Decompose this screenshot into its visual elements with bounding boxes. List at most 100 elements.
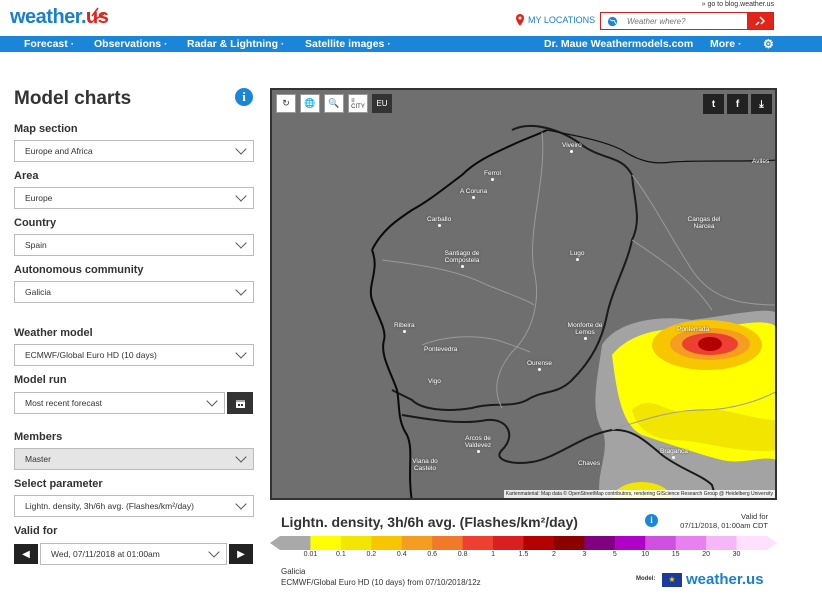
scale-swatch (736, 536, 768, 550)
map-section-select[interactable]: Europe and Africa (14, 140, 254, 162)
facebook-share-button[interactable]: f (727, 94, 748, 114)
chevron-down-icon (235, 284, 247, 296)
scale-arrow-left (270, 536, 280, 550)
region-caption: Galicia (281, 567, 306, 576)
download-button[interactable]: ⤓ (751, 94, 772, 114)
scale-swatch (584, 536, 616, 550)
scale-tick-label: 3 (582, 551, 587, 558)
city-label: Ribeira (394, 322, 415, 333)
scale-swatch (340, 536, 372, 550)
nav-more[interactable]: More · (710, 38, 742, 50)
members-value: Master (25, 454, 51, 464)
reload-button[interactable]: ↻ (276, 94, 296, 113)
scale-tick-label: 1.5 (518, 551, 529, 558)
valid-for-select[interactable]: Wed, 07/11/2018 at 01:00am (40, 543, 227, 565)
city-label: Vigo (428, 378, 441, 385)
city-label: Aviles (752, 158, 770, 165)
scale-tick-label: 1 (491, 551, 496, 558)
page-title: Model charts (14, 88, 132, 109)
nav-forecast[interactable]: Forecast · (24, 38, 74, 50)
chevron-down-icon (208, 546, 220, 558)
scale-tick-label: 20 (702, 551, 711, 558)
prev-time-button[interactable]: ◀ (14, 544, 38, 564)
model-run-value: Most recent forecast (25, 398, 103, 408)
city-label: Santiago de Compostela (432, 250, 492, 268)
scale-tick-label: 2 (551, 551, 556, 558)
my-locations-link[interactable]: MY LOCATIONS (515, 14, 595, 26)
weather-model-label: Weather model (14, 327, 93, 339)
valid-for-info: Valid for 07/11/2018, 01:00am CDT (662, 512, 768, 530)
valid-for-value: Wed, 07/11/2018 at 01:00am (51, 549, 160, 559)
arrow-left-icon: ◀ (22, 548, 30, 560)
map-attribution: Kartenmaterial: Map data © OpenStreetMap… (503, 490, 775, 498)
scale-swatch (493, 536, 524, 550)
weather-us-logo[interactable]: weather.us (686, 571, 764, 588)
city-label: Ferrol (484, 170, 501, 181)
globe-view-button[interactable]: 🌐 (300, 94, 320, 113)
scale-tick-label: 15 (671, 551, 680, 558)
location-pin-icon (516, 14, 524, 26)
scale-tick-label: 10 (641, 551, 650, 558)
members-select[interactable]: Master (14, 448, 254, 470)
calendar-button[interactable] (227, 392, 253, 414)
region-eu-button[interactable]: EU (372, 94, 392, 113)
scale-swatch (675, 536, 707, 550)
parameter-select[interactable]: Lightn. density, 3h/6h avg. (Flashes/km²… (14, 495, 254, 517)
zoom-icon: 🔍 (328, 98, 340, 108)
valid-for-label: Valid for (14, 525, 58, 537)
nav-observations[interactable]: Observations · (94, 38, 168, 50)
area-select[interactable]: Europe (14, 187, 254, 209)
nav-weathermodels[interactable]: Dr. Maue Weathermodels.com (544, 38, 693, 50)
city-label: Viana do Castelo (412, 458, 438, 472)
twitter-share-button[interactable]: t (703, 94, 724, 114)
chevron-down-icon (235, 347, 247, 359)
region-eu-label: EU (376, 99, 388, 108)
calendar-icon (235, 399, 245, 408)
legend-title: Lightn. density, 3h/6h avg. (Flashes/km²… (281, 514, 578, 530)
valid-for-datetime: 07/11/2018, 01:00am CDT (680, 521, 768, 530)
autonomous-community-select[interactable]: Galicia (14, 281, 254, 303)
blog-link[interactable]: » go to blog.weather.us (702, 1, 774, 8)
scale-swatch (645, 536, 677, 550)
scale-tick-label: 30 (732, 551, 741, 558)
country-select[interactable]: Spain (14, 234, 254, 256)
info-icon[interactable]: i (645, 514, 658, 527)
next-time-button[interactable]: ▶ (229, 544, 253, 564)
twitter-icon: t (711, 98, 716, 110)
autonomous-community-value: Galicia (25, 287, 51, 297)
facebook-icon: f (735, 98, 740, 110)
city-label: Ponferrada (677, 326, 710, 333)
area-value: Europe (25, 193, 53, 203)
city-label: Carballo (427, 216, 451, 227)
scale-swatch (371, 536, 403, 550)
chevron-down-icon (235, 451, 247, 463)
city-label: Pontevedra (424, 346, 458, 353)
model-run-select[interactable]: Most recent forecast (14, 392, 225, 414)
city-labels-icon: ≡ CITY (351, 97, 365, 110)
weather-map[interactable]: ↻ 🌐 🔍 ≡ CITY EU t f ⤓ Viveiro Aviles Ferr… (270, 88, 777, 500)
model-run-label: Model run (14, 374, 67, 386)
gear-icon[interactable]: ⚙ (763, 37, 774, 51)
city-label: Lugo (570, 250, 584, 261)
search-button[interactable] (747, 13, 773, 29)
city-label: Braganca (660, 448, 688, 459)
nav-radar-lightning[interactable]: Radar & Lightning · (187, 38, 284, 50)
top-bar: weather.us » go to blog.weather.us MY LO… (0, 0, 822, 36)
search-input[interactable] (623, 13, 747, 29)
area-label: Area (14, 170, 39, 182)
scale-tick-label: 0.8 (457, 551, 468, 558)
nav-satellite-images[interactable]: Satellite images · (305, 38, 391, 50)
globe-icon[interactable] (601, 13, 623, 29)
scale-swatch (280, 536, 311, 550)
weather-model-select[interactable]: ECMWF/Global Euro HD (10 days) (14, 344, 254, 366)
scale-swatch (706, 536, 738, 550)
info-icon[interactable]: i (235, 88, 253, 106)
model-label: Model: (636, 576, 656, 582)
city-label: A Coruna (460, 188, 487, 199)
select-parameter-label: Select parameter (14, 478, 103, 490)
my-locations-label: MY LOCATIONS (528, 15, 596, 25)
city-labels-button[interactable]: ≡ CITY (348, 94, 368, 113)
parameter-value: Lightn. density, 3h/6h avg. (Flashes/km²… (25, 501, 194, 511)
weather-model-value: ECMWF/Global Euro HD (10 days) (25, 350, 157, 360)
zoom-button[interactable]: 🔍 (324, 94, 344, 113)
